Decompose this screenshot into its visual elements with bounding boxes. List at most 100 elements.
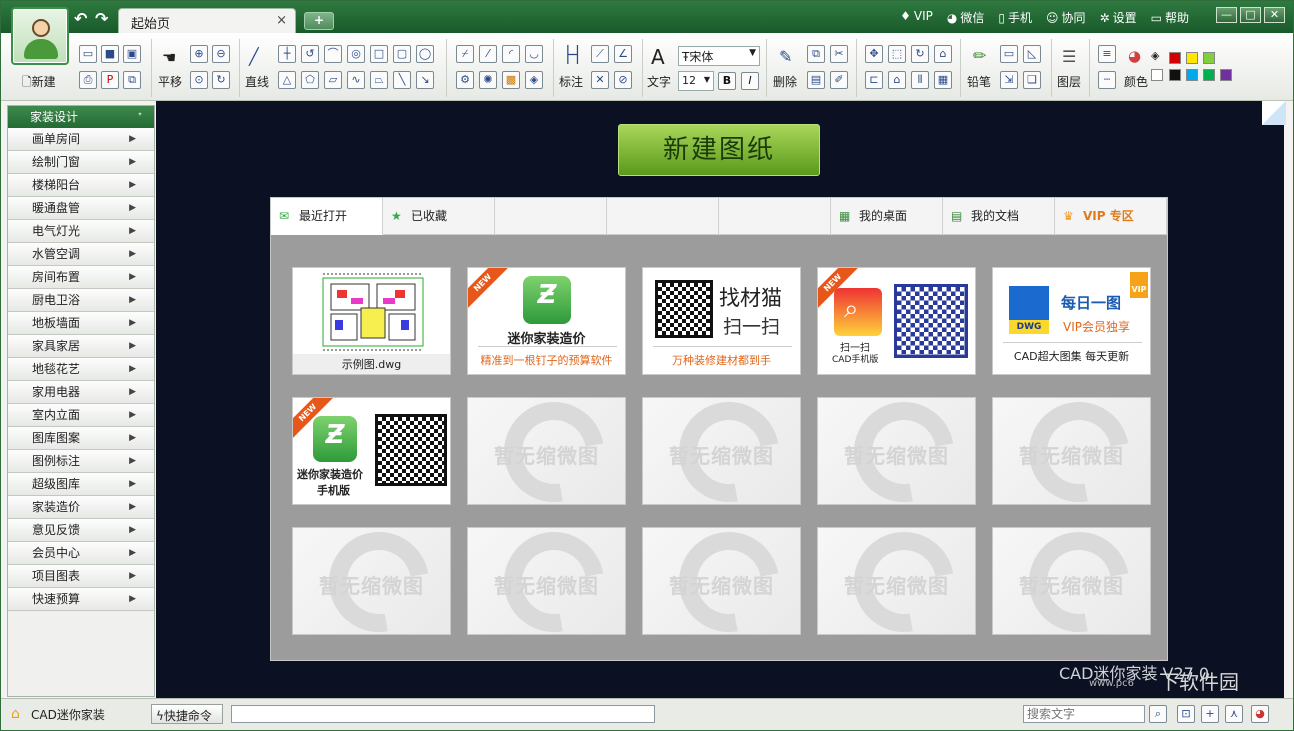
import-icon[interactable]: ⇲ <box>1000 71 1018 89</box>
sidebar-item[interactable]: 图库图案 ▶ <box>8 427 154 450</box>
pencil-label[interactable]: 铅笔 <box>967 73 991 90</box>
sidebar-item[interactable]: 暖通盘管 ▶ <box>8 197 154 220</box>
sidebar-item[interactable]: 水管空调 ▶ <box>8 243 154 266</box>
dimension-label[interactable]: 标注 <box>559 73 583 90</box>
new-drawing-button[interactable]: 新建图纸 <box>618 124 820 176</box>
diagonal-icon[interactable]: ╲ <box>393 71 411 89</box>
text-label[interactable]: 文字 <box>647 73 671 90</box>
menu-settings[interactable]: ✲ 设置 <box>1100 9 1137 26</box>
color-swatch-dark-green[interactable] <box>1203 69 1215 81</box>
arc-icon[interactable]: ⌒ <box>324 45 342 63</box>
tile-empty[interactable]: 暂无缩微图 <box>642 527 801 635</box>
tile-zhaocaimao[interactable]: 找材猫 扫一扫 万种装修建材都到手 <box>642 267 801 375</box>
corner-fold-icon[interactable] <box>1262 101 1286 125</box>
color-wheel-icon[interactable]: ◕ <box>1128 47 1141 65</box>
rotate-icon[interactable]: ↻ <box>911 45 929 63</box>
fill-bucket-icon[interactable]: ◈ <box>525 71 543 89</box>
zoom-in-icon[interactable]: ⊕ <box>190 45 208 63</box>
area-icon[interactable]: ◺ <box>1023 45 1041 63</box>
pdf-export-icon[interactable]: P <box>101 71 119 89</box>
sidebar-item[interactable]: 快速预算 ▶ <box>8 588 154 611</box>
sidebar-item[interactable]: 地毯花艺 ▶ <box>8 358 154 381</box>
open-folder-icon[interactable]: ▭ <box>79 45 97 63</box>
tile-estimate-mobile[interactable]: NEW Ƶ 迷你家装造价 手机版 <box>292 397 451 505</box>
delete-label[interactable]: 删除 <box>773 73 797 90</box>
tile-estimate-software[interactable]: NEW Ƶ 迷你家装造价 精准到一根钉子的预算软件 <box>467 267 626 375</box>
sidebar-item[interactable]: 意见反馈 ▶ <box>8 519 154 542</box>
minimize-button[interactable]: — <box>1216 7 1237 23</box>
menu-wechat[interactable]: ◕ 微信 <box>947 9 985 26</box>
color-swatch-purple[interactable] <box>1220 69 1232 81</box>
mirror-icon[interactable]: ⫴ <box>911 71 929 89</box>
new-button[interactable]: 🗋新建 <box>22 73 56 94</box>
offset-icon[interactable]: ✺ <box>479 71 497 89</box>
bold-button[interactable]: B <box>718 72 736 90</box>
curve-icon[interactable]: ∿ <box>347 71 365 89</box>
tab-2[interactable]: ★ 已收藏 <box>383 198 495 235</box>
tile-cad-mobile[interactable]: NEW ⌕ 扫一扫 CAD手机版 <box>817 267 976 375</box>
sidebar-item[interactable]: 会员中心 ▶ <box>8 542 154 565</box>
radius-dimension-icon[interactable]: ✕ <box>591 71 609 89</box>
tile-sample-drawing[interactable]: 示例图.dwg <box>292 267 451 375</box>
sidebar-item[interactable]: 画单房间 ▶ <box>8 128 154 151</box>
tile-empty[interactable]: 暂无缩微图 <box>467 397 626 505</box>
zoom-refresh-icon[interactable]: ↻ <box>212 71 230 89</box>
sidebar-item[interactable]: 绘制门窗 ▶ <box>8 151 154 174</box>
house-icon[interactable]: ⌂ <box>888 71 906 89</box>
font-size-select[interactable]: 12 ▼ <box>678 71 714 91</box>
break-line-icon[interactable]: ⌿ <box>456 45 474 63</box>
color-label[interactable]: 颜色 <box>1124 73 1148 90</box>
add-tab-button[interactable]: + <box>304 12 334 30</box>
sidebar-header[interactable]: 家装设计 ᐩ <box>8 106 154 128</box>
line-weight-icon[interactable]: ≡ <box>1098 45 1116 63</box>
menu-collab[interactable]: ☺ 协同 <box>1046 9 1086 26</box>
menu-phone[interactable]: ▯ 手机 <box>998 9 1032 26</box>
corner-icon[interactable]: ◜ <box>502 45 520 63</box>
gear-circle-icon[interactable]: ⚙ <box>456 71 474 89</box>
tab-7[interactable]: ▤ 我的文档 <box>943 198 1055 235</box>
aligned-dimension-icon[interactable]: ⟋ <box>591 45 609 63</box>
pencil-icon[interactable]: ✏ <box>973 46 986 65</box>
sidebar-item[interactable]: 厨电卫浴 ▶ <box>8 289 154 312</box>
print-icon[interactable]: ⎙ <box>79 71 97 89</box>
library-icon[interactable]: ❏ <box>1023 71 1041 89</box>
rounded-rect-icon[interactable]: ▢ <box>393 45 411 63</box>
sidebar-item[interactable]: 家装造价 ▶ <box>8 496 154 519</box>
tab-8[interactable]: ♛ VIP 专区 <box>1055 198 1167 235</box>
brush-icon[interactable]: ✐ <box>830 71 848 89</box>
tile-empty[interactable]: 暂无缩微图 <box>992 527 1151 635</box>
tab-1[interactable]: ✉ 最近打开 <box>271 198 383 235</box>
color-swatch-yellow[interactable] <box>1186 52 1198 64</box>
pin-icon[interactable]: ᐩ <box>138 106 142 128</box>
tab-close-icon[interactable]: × <box>276 13 287 28</box>
pentagon-icon[interactable]: ⬠ <box>301 71 319 89</box>
tile-empty[interactable]: 暂无缩微图 <box>817 527 976 635</box>
grid-snap-icon[interactable]: ⊡ <box>1177 705 1195 723</box>
save-as-icon[interactable]: ▣ <box>123 45 141 63</box>
layers-icon[interactable]: ☰ <box>1062 47 1076 66</box>
ortho-icon[interactable]: ⋏ <box>1225 705 1243 723</box>
hatch-icon[interactable]: ▩ <box>502 71 520 89</box>
3d-view-icon[interactable]: ⌂ <box>934 45 952 63</box>
sidebar-item[interactable]: 楼梯阳台 ▶ <box>8 174 154 197</box>
line-tool-icon[interactable]: ╱ <box>249 47 259 66</box>
line-label[interactable]: 直线 <box>245 73 269 90</box>
italic-button[interactable]: I <box>741 72 759 90</box>
zoom-window-icon[interactable]: ⊙ <box>190 71 208 89</box>
sidebar-item[interactable]: 室内立面 ▶ <box>8 404 154 427</box>
tab-start-page[interactable]: 起始页 × <box>118 8 296 33</box>
diameter-dimension-icon[interactable]: ⊘ <box>614 71 632 89</box>
measure-icon[interactable]: ▭ <box>1000 45 1018 63</box>
font-family-select[interactable]: Ŧ宋体 ▼ <box>678 46 760 66</box>
tile-empty[interactable]: 暂无缩微图 <box>292 527 451 635</box>
arrow-line-icon[interactable]: ↘ <box>416 71 434 89</box>
triangle-icon[interactable]: △ <box>278 71 296 89</box>
array-icon[interactable]: ▦ <box>934 71 952 89</box>
color-swatch-cyan[interactable] <box>1186 69 1198 81</box>
scale-icon[interactable]: ⬚ <box>888 45 906 63</box>
paste-icon[interactable]: ▤ <box>807 71 825 89</box>
cut-icon[interactable]: ✂ <box>830 45 848 63</box>
tile-daily-drawing[interactable]: DWG 每日一图 VIP VIP会员独享 CAD超大图集 每天更新 <box>992 267 1151 375</box>
pan-label[interactable]: 平移 <box>158 73 182 90</box>
tab-6[interactable]: ▦ 我的桌面 <box>831 198 943 235</box>
